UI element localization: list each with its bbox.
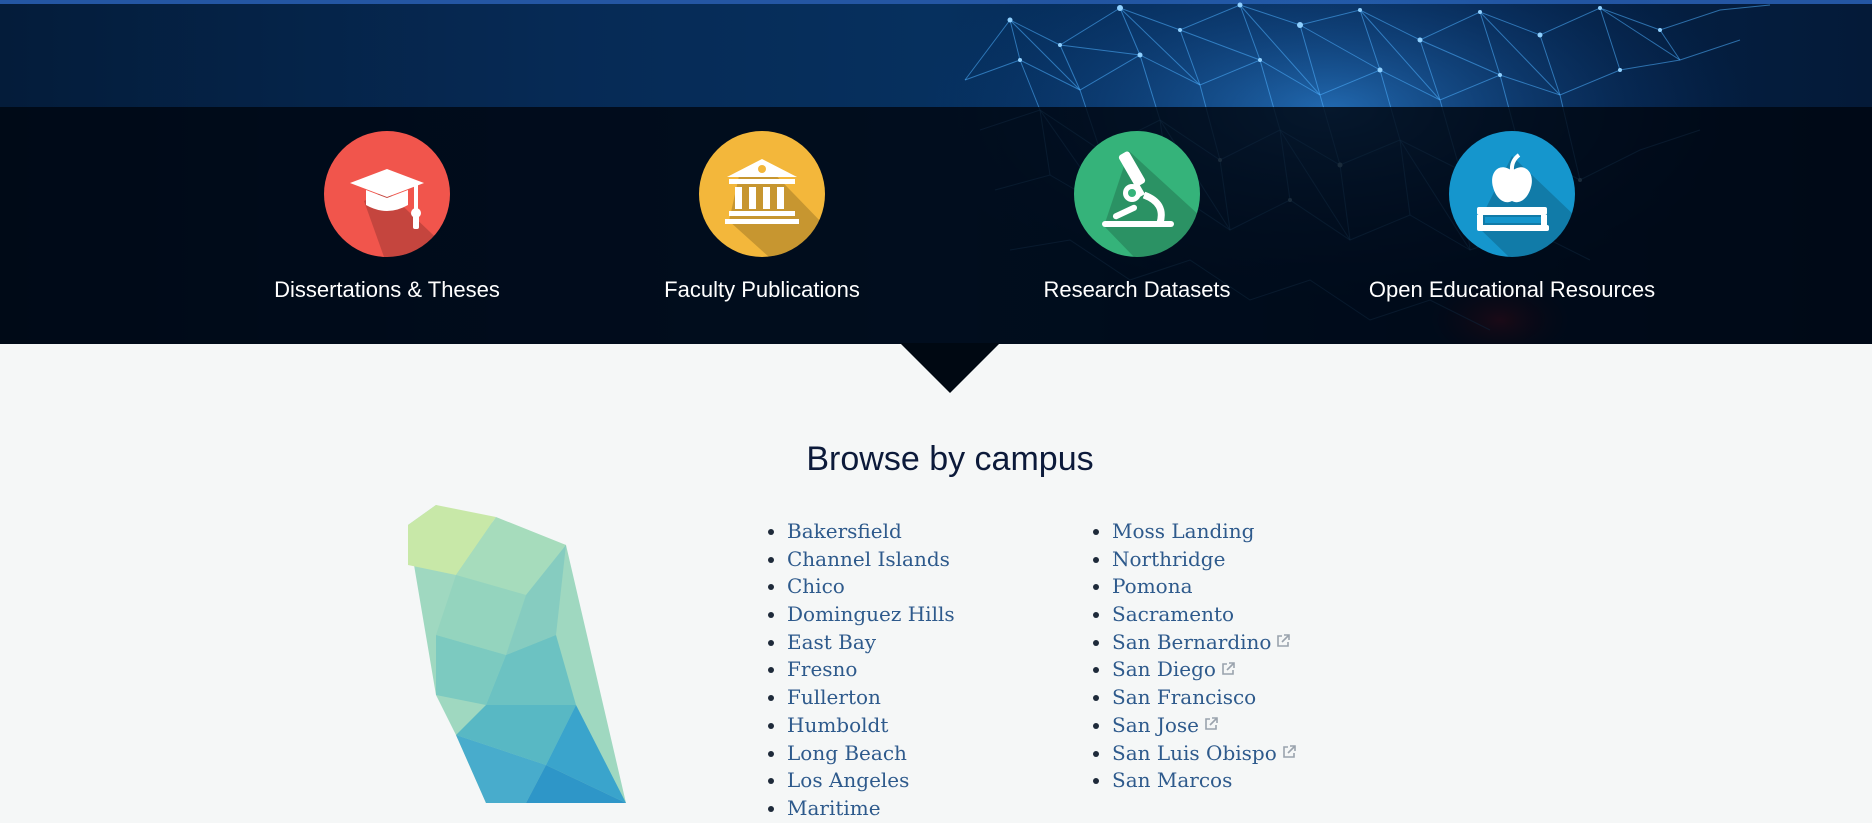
campus-link[interactable]: Chico — [787, 574, 845, 598]
category-dissertations-theses[interactable]: Dissertations & Theses — [237, 131, 537, 303]
campus-link[interactable]: Maritime — [787, 796, 881, 820]
institution-icon — [699, 131, 825, 257]
external-link-icon — [1222, 662, 1235, 675]
campus-list-left: Bakersfield Channel Islands Chico Dominguez… — [763, 518, 955, 823]
campus-list-item: San Jose — [1112, 712, 1297, 740]
campus-list-item: Fresno — [787, 656, 955, 684]
campus-link[interactable]: Los Angeles — [787, 768, 909, 792]
external-link-icon — [1277, 634, 1291, 648]
campus-link[interactable]: Fresno — [787, 657, 857, 681]
campus-list-item: Fullerton — [787, 684, 955, 712]
campus-list-item: Los Angeles — [787, 767, 955, 795]
hero-banner: Dissertations & Theses Faculty Publicati… — [0, 0, 1872, 344]
campus-list-item: Long Beach — [787, 740, 955, 768]
campus-link[interactable]: Sacramento — [1112, 602, 1234, 626]
california-map-icon — [408, 505, 626, 803]
campus-list-item: San Diego — [1112, 656, 1297, 684]
campus-link[interactable]: Dominguez Hills — [787, 602, 955, 626]
microscope-icon — [1074, 131, 1200, 257]
campus-link[interactable]: San Francisco — [1112, 685, 1256, 709]
campus-list-right: Moss Landing Northridge Pomona Sacramento Sa… — [1088, 518, 1297, 795]
category-label: Open Educational Resources — [1368, 277, 1656, 302]
campus-link[interactable]: Bakersfield — [787, 519, 902, 543]
campus-list-item: San Luis Obispo — [1112, 740, 1297, 768]
campus-link[interactable]: Channel Islands — [787, 547, 950, 571]
campus-list-item: Humboldt — [787, 712, 955, 740]
campus-list-item: Maritime — [787, 795, 955, 823]
section-pointer-arrow — [900, 343, 1000, 393]
browse-by-campus-heading: Browse by campus — [806, 440, 1094, 478]
campus-link[interactable]: San Bernardino — [1112, 630, 1271, 654]
external-link-icon — [1205, 717, 1218, 731]
campus-link[interactable]: San Jose — [1112, 713, 1199, 737]
category-research-datasets[interactable]: Research Datasets — [987, 131, 1287, 303]
campus-link[interactable]: Northridge — [1112, 547, 1225, 571]
category-faculty-publications[interactable]: Faculty Publications — [612, 131, 912, 303]
category-label: Dissertations & Theses — [274, 277, 500, 302]
campus-list-item: Moss Landing — [1112, 518, 1297, 546]
campus-link[interactable]: San Diego — [1112, 657, 1216, 681]
campus-link[interactable]: Long Beach — [787, 741, 907, 765]
apple-book-icon — [1449, 131, 1575, 257]
campus-list-item: San Francisco — [1112, 684, 1297, 712]
campus-link[interactable]: Moss Landing — [1112, 519, 1254, 543]
category-open-educational-resources[interactable]: Open Educational Resources — [1362, 131, 1662, 303]
campus-list-item: Bakersfield — [787, 518, 955, 546]
campus-list-item: Sacramento — [1112, 601, 1297, 629]
campus-list-item: Dominguez Hills — [787, 601, 955, 629]
category-nav: Dissertations & Theses Faculty Publicati… — [0, 107, 1872, 344]
campus-list-item: San Bernardino — [1112, 629, 1297, 657]
campus-link[interactable]: San Luis Obispo — [1112, 741, 1277, 765]
category-label: Faculty Publications — [664, 277, 860, 302]
campus-link[interactable]: Pomona — [1112, 574, 1193, 598]
campus-list-item: East Bay — [787, 629, 955, 657]
category-label: Research Datasets — [1043, 277, 1231, 302]
campus-list-item: Northridge — [1112, 546, 1297, 574]
campus-link[interactable]: Humboldt — [787, 713, 888, 737]
graduation-cap-icon — [324, 131, 450, 257]
campus-list-item: Pomona — [1112, 573, 1297, 601]
campus-list-item: Chico — [787, 573, 955, 601]
campus-list-item: Channel Islands — [787, 546, 955, 574]
campus-link[interactable]: East Bay — [787, 630, 876, 654]
external-link-icon — [1282, 745, 1296, 758]
campus-link[interactable]: San Marcos — [1112, 768, 1232, 792]
campus-link[interactable]: Fullerton — [787, 685, 881, 709]
campus-list-item: San Marcos — [1112, 767, 1297, 795]
